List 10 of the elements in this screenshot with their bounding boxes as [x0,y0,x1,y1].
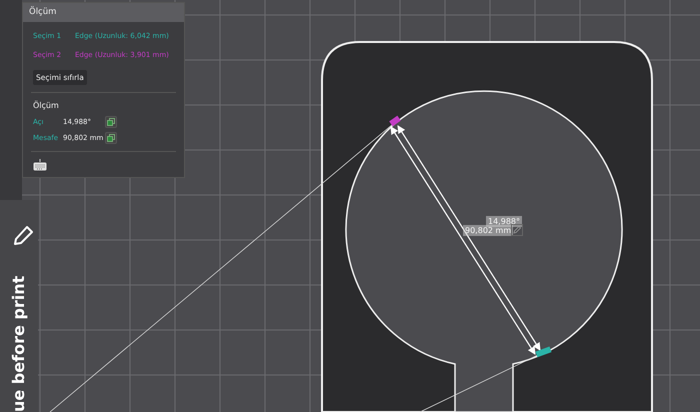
copy-icon[interactable] [105,116,117,128]
pencil-icon[interactable] [12,224,34,248]
copy-icon[interactable] [105,132,117,144]
panel-title: Ölçüm [23,3,184,22]
banner-text: ue before print [8,276,29,412]
distance-label: 90,802 mm [463,225,514,236]
edit-icon[interactable] [511,224,523,236]
angle-label: 14,988° [486,216,522,227]
keyboard-icon[interactable] [33,159,47,171]
section-title: Ölçüm [32,100,60,112]
